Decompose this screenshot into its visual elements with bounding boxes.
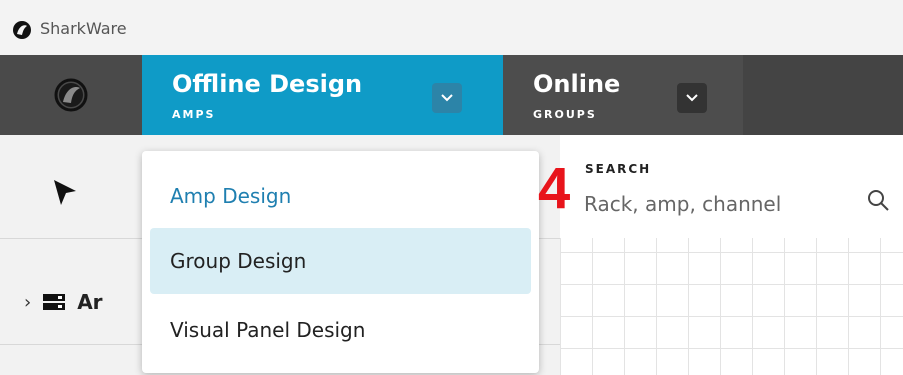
- step-annotation: 4: [538, 156, 571, 221]
- pointer-tool-icon[interactable]: [52, 178, 78, 208]
- rack-icon: [43, 294, 66, 310]
- tab-title: Offline Design: [172, 70, 363, 98]
- menu-item-visual-panel-design[interactable]: Visual Panel Design: [150, 297, 531, 363]
- search-icon[interactable]: [866, 188, 890, 212]
- sharkware-logo-icon: [13, 21, 31, 39]
- chevron-down-icon: [441, 94, 453, 102]
- tree-item-label: Ar: [77, 290, 103, 314]
- title-bar: SharkWare: [0, 0, 903, 55]
- sharkware-logo-icon: [54, 78, 88, 112]
- tab-dropdown-button[interactable]: [677, 83, 707, 113]
- tab-offline-design[interactable]: Offline Design AMPS: [142, 55, 503, 135]
- chevron-right-icon[interactable]: ›: [24, 292, 31, 313]
- search-label: SEARCH: [585, 162, 652, 176]
- menu-item-amp-design[interactable]: Amp Design: [150, 163, 531, 229]
- tab-online[interactable]: Online GROUPS: [503, 55, 743, 135]
- search-input[interactable]: [582, 186, 846, 222]
- menu-item-group-design[interactable]: Group Design: [150, 228, 531, 294]
- design-mode-dropdown: Amp Design Group Design Visual Panel Des…: [142, 151, 539, 373]
- tab-subtitle: GROUPS: [533, 108, 597, 121]
- window-title: SharkWare: [40, 19, 127, 38]
- tab-dropdown-button[interactable]: [432, 83, 462, 113]
- design-canvas[interactable]: [560, 238, 903, 375]
- top-nav: Offline Design AMPS Online GROUPS: [0, 55, 903, 135]
- tab-title: Online: [533, 70, 621, 98]
- nav-logo-button[interactable]: [0, 55, 142, 135]
- chevron-down-icon: [686, 94, 698, 102]
- tree-item-racks[interactable]: › Ar: [24, 290, 103, 314]
- tab-subtitle: AMPS: [172, 108, 216, 121]
